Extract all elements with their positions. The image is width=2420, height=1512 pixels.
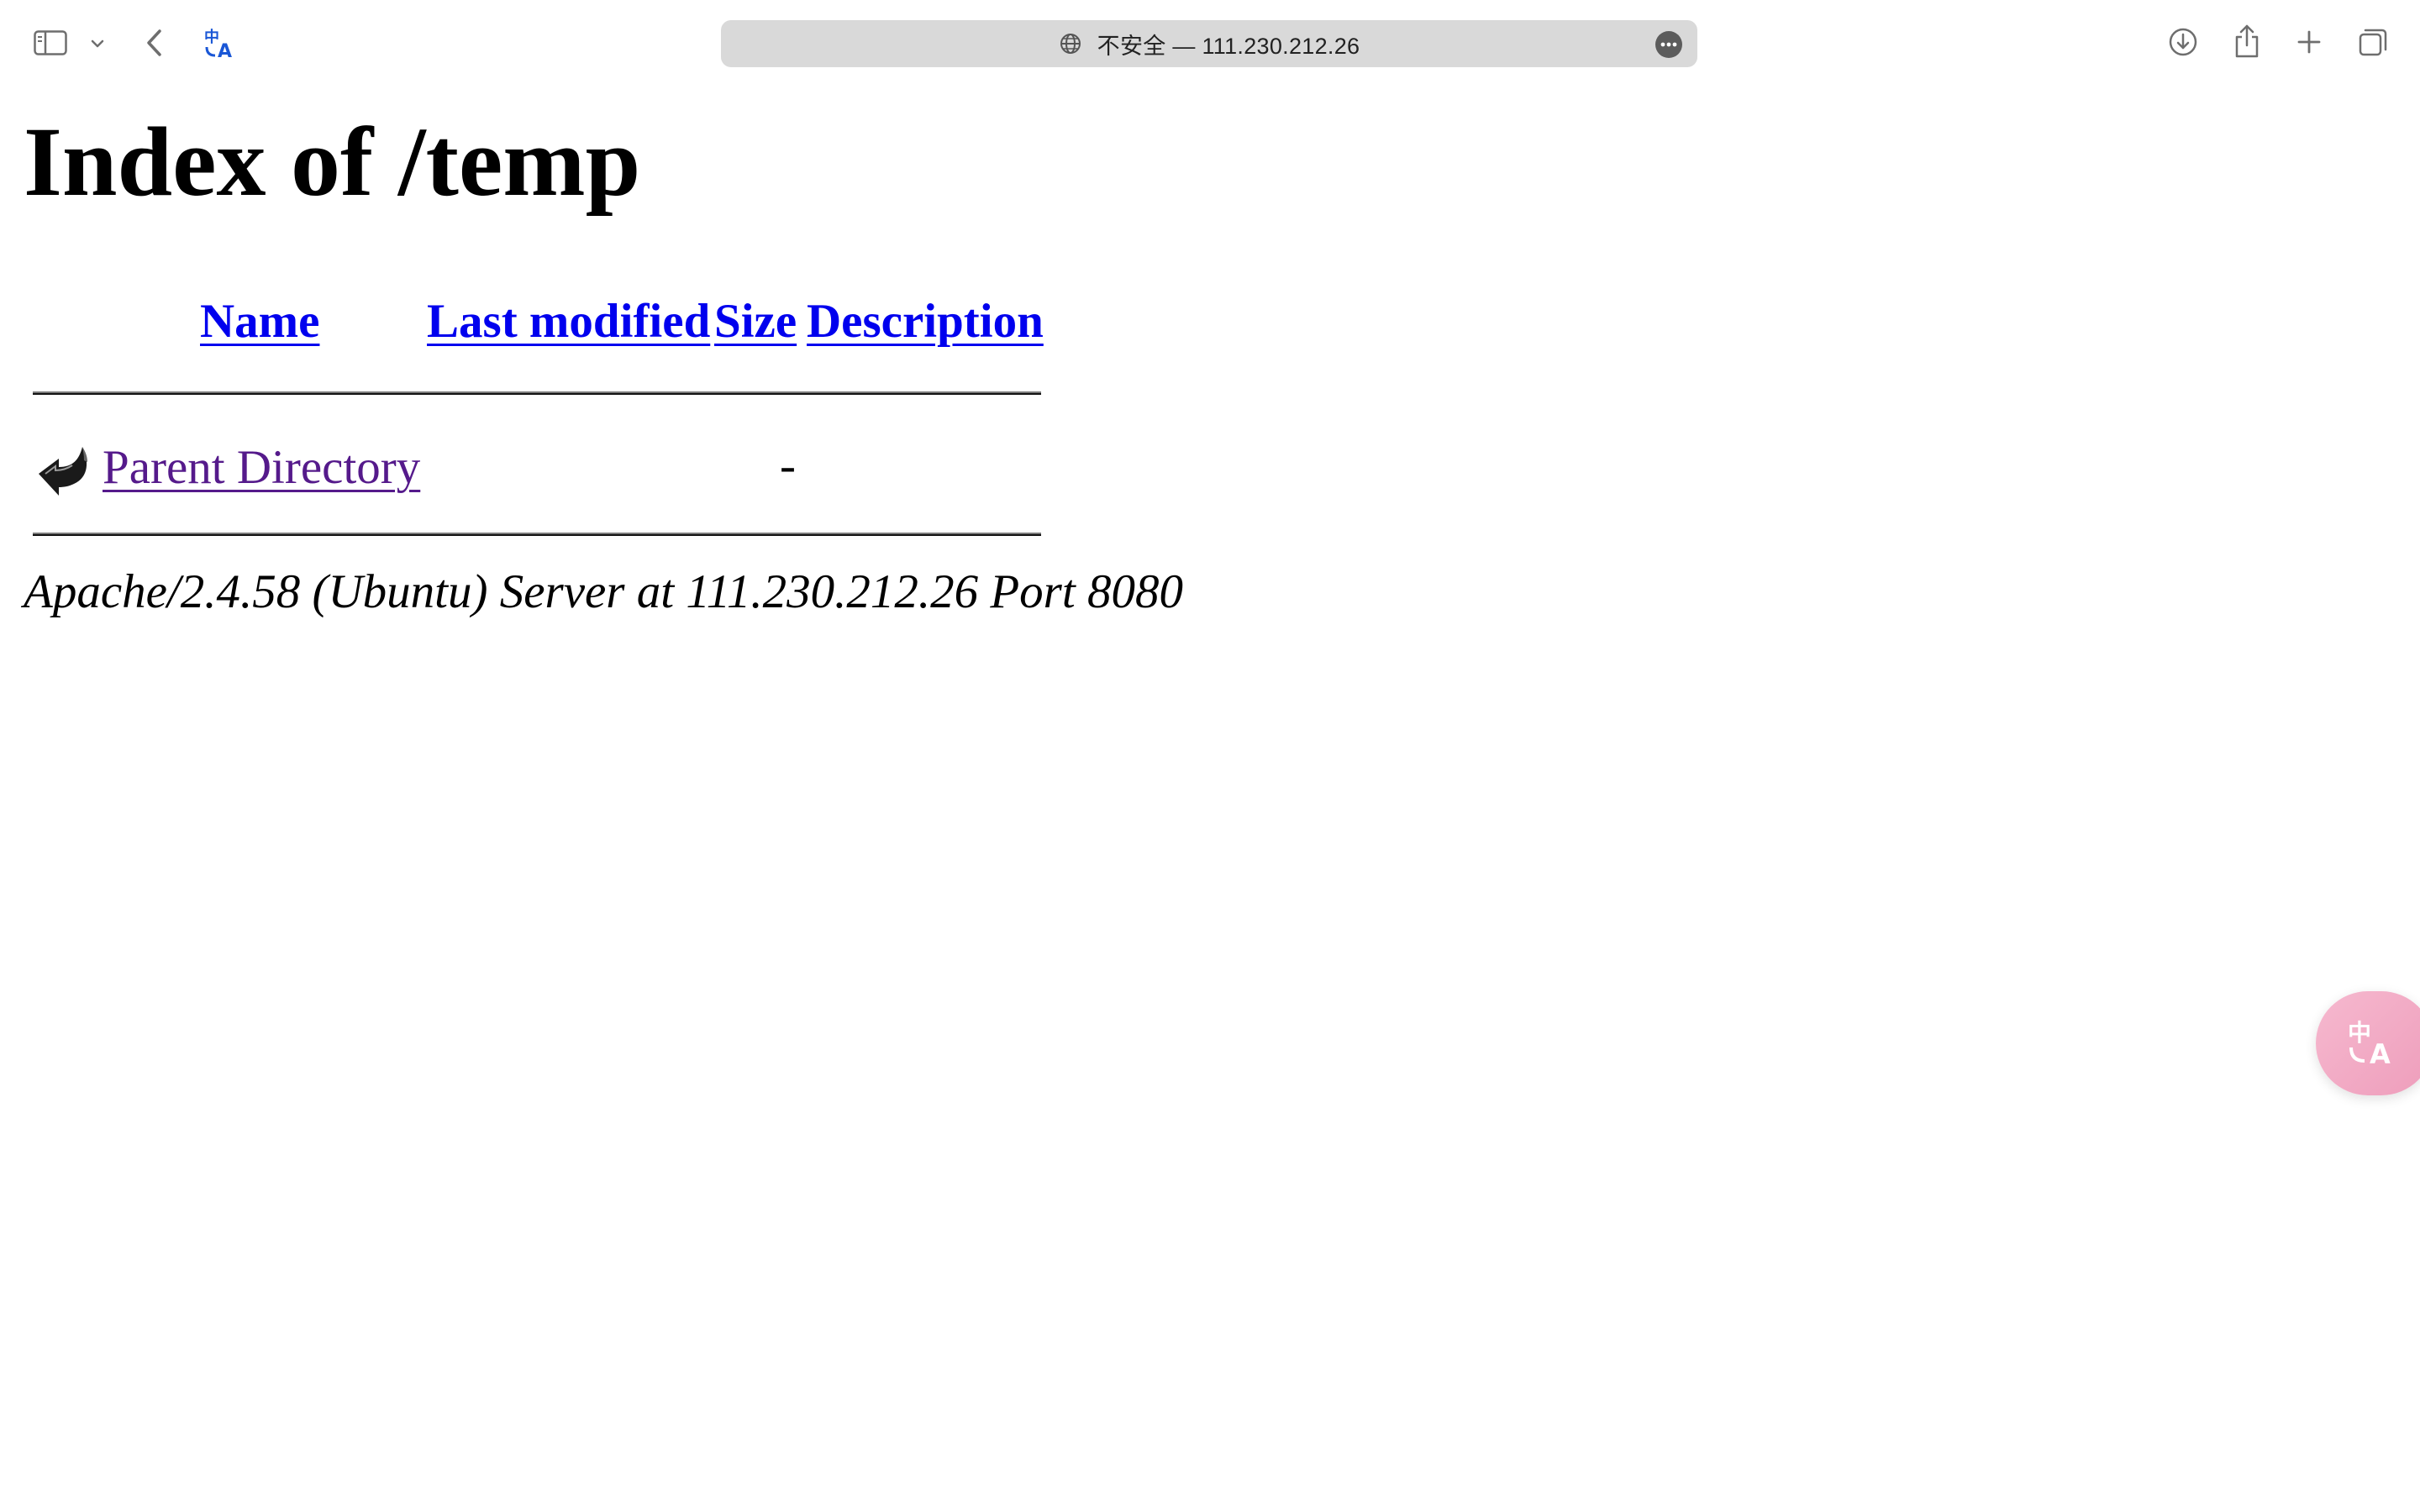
address-bar[interactable]: 不安全 — 111.230.212.26 <box>721 20 1697 67</box>
browser-toolbar: 中 A 不安全 — 111.230.212.26 <box>0 0 2420 87</box>
svg-text:A: A <box>218 41 232 59</box>
sort-by-name-link[interactable]: Name <box>200 294 319 349</box>
horizontal-rule <box>33 533 1041 536</box>
tab-overview-icon[interactable] <box>2356 25 2390 59</box>
horizontal-rule <box>33 391 1041 395</box>
page-title: Index of /temp <box>24 107 641 217</box>
sort-by-size-link[interactable]: Size <box>714 294 797 349</box>
sort-by-last-modified-link[interactable]: Last modified <box>427 294 710 349</box>
svg-text:A: A <box>2370 1038 2391 1066</box>
parent-directory-link[interactable]: Parent Directory <box>103 440 420 495</box>
size-cell: - <box>780 439 796 492</box>
server-signature: Apache/2.4.58 (Ubuntu) Server at 111.230… <box>24 565 1183 618</box>
more-options-icon[interactable] <box>1655 31 1682 58</box>
directory-listing-table: Name Last modified Size Description Pare… <box>30 286 1044 536</box>
table-header-row: Name Last modified Size Description <box>30 286 1044 361</box>
svg-text:中: 中 <box>2348 1019 2371 1047</box>
back-button[interactable] <box>139 25 168 60</box>
share-icon[interactable] <box>2230 22 2264 60</box>
download-icon[interactable] <box>2166 25 2200 59</box>
chevron-down-icon[interactable] <box>87 34 108 54</box>
translate-icon: 中 A <box>2348 1017 2402 1070</box>
translate-icon[interactable]: 中 A <box>202 25 240 60</box>
new-tab-icon[interactable] <box>2294 27 2324 57</box>
address-text: 不安全 — 111.230.212.26 <box>1097 33 1360 59</box>
sort-by-description-link[interactable]: Description <box>807 294 1044 349</box>
floating-translate-button[interactable]: 中 A <box>2316 991 2420 1095</box>
back-arrow-icon <box>30 440 94 501</box>
sidebar-toggle-icon[interactable] <box>34 29 67 57</box>
table-row: Parent Directory - <box>30 428 1042 504</box>
globe-icon <box>1059 32 1082 55</box>
